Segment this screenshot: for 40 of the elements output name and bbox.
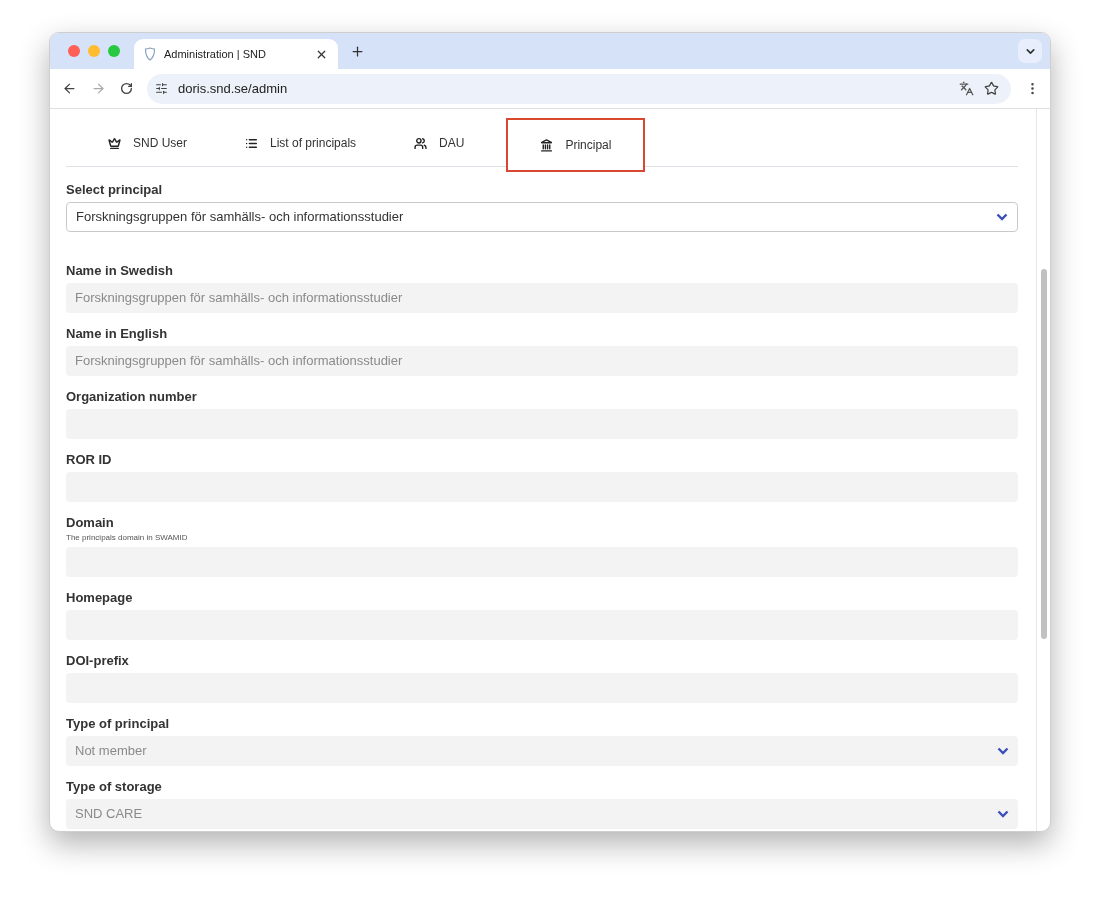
tab[interactable]: List of principals xyxy=(229,120,373,166)
forward-icon[interactable] xyxy=(91,81,106,96)
tab[interactable]: Principal xyxy=(506,118,646,172)
field-label: Name in English xyxy=(66,325,169,343)
shield-icon xyxy=(144,47,156,61)
field-label: Organization number xyxy=(66,388,198,406)
reload-icon[interactable] xyxy=(120,82,133,95)
field-label: ROR ID xyxy=(66,451,113,469)
people-icon xyxy=(414,136,428,150)
field-label: DOI-prefix xyxy=(66,652,130,670)
url-text: doris.snd.se/admin xyxy=(178,79,288,98)
close-window-icon[interactable] xyxy=(68,45,80,57)
building-icon xyxy=(540,138,554,152)
translate-icon[interactable] xyxy=(959,81,974,96)
scrollbar-thumb[interactable] xyxy=(1040,269,1047,639)
list-icon xyxy=(245,136,258,150)
field-label: Type of principal xyxy=(66,715,171,733)
maximize-window-icon[interactable] xyxy=(108,45,120,57)
tab-title: Administration | SND xyxy=(164,46,267,62)
chevron-down-icon xyxy=(997,747,1009,755)
tab-search-button[interactable] xyxy=(1018,39,1042,63)
site-settings-icon[interactable] xyxy=(155,82,168,95)
field-label: Select principal xyxy=(66,181,164,199)
tab[interactable]: SND User xyxy=(92,120,203,166)
crown-icon xyxy=(108,136,121,150)
field-label: Homepage xyxy=(66,589,134,607)
chevron-down-icon xyxy=(997,810,1009,818)
select-field[interactable]: Forskningsgruppen för samhälls- och informationsstudier xyxy=(66,202,1018,232)
browser-tab[interactable]: Administration | SND xyxy=(134,39,338,69)
chevron-down-icon xyxy=(996,213,1008,221)
new-tab-icon[interactable] xyxy=(350,43,365,59)
field-label: Name in Swedish xyxy=(66,262,174,280)
tab[interactable]: DAU xyxy=(398,120,481,166)
back-icon[interactable] xyxy=(62,81,77,96)
field-hint: The principals domain in SWAMID xyxy=(66,532,189,544)
address-bar[interactable]: doris.snd.se/admin xyxy=(147,73,1011,104)
field-label: Type of storage xyxy=(66,778,163,796)
field-label: Domain xyxy=(66,514,115,532)
bookmark-star-icon[interactable] xyxy=(984,81,999,96)
minimize-window-icon[interactable] xyxy=(88,45,100,57)
